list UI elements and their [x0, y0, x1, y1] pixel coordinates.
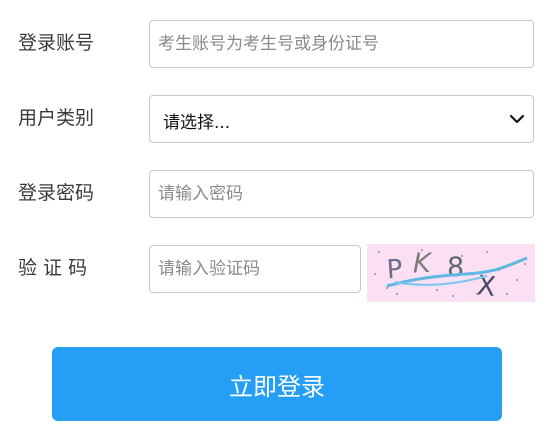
captcha-graphic: P K 8 X [374, 248, 528, 302]
svg-text:P: P [386, 254, 404, 285]
user-type-label: 用户类别 [18, 107, 95, 129]
captcha-label: 验 证 码 [18, 257, 88, 279]
user-type-select[interactable]: 请选择... [149, 95, 534, 143]
user-type-selected: 请选择... [163, 113, 231, 133]
svg-text:8: 8 [447, 252, 464, 283]
password-input[interactable] [149, 170, 534, 218]
account-label: 登录账号 [18, 32, 95, 54]
chevron-down-icon [509, 114, 525, 124]
account-input[interactable] [149, 20, 534, 68]
svg-text:K: K [413, 248, 433, 279]
captcha-input[interactable] [149, 245, 361, 293]
svg-text:X: X [475, 270, 497, 302]
password-label: 登录密码 [18, 182, 95, 204]
login-button[interactable]: 立即登录 [52, 347, 502, 421]
captcha-image[interactable]: P K 8 X [367, 244, 535, 302]
